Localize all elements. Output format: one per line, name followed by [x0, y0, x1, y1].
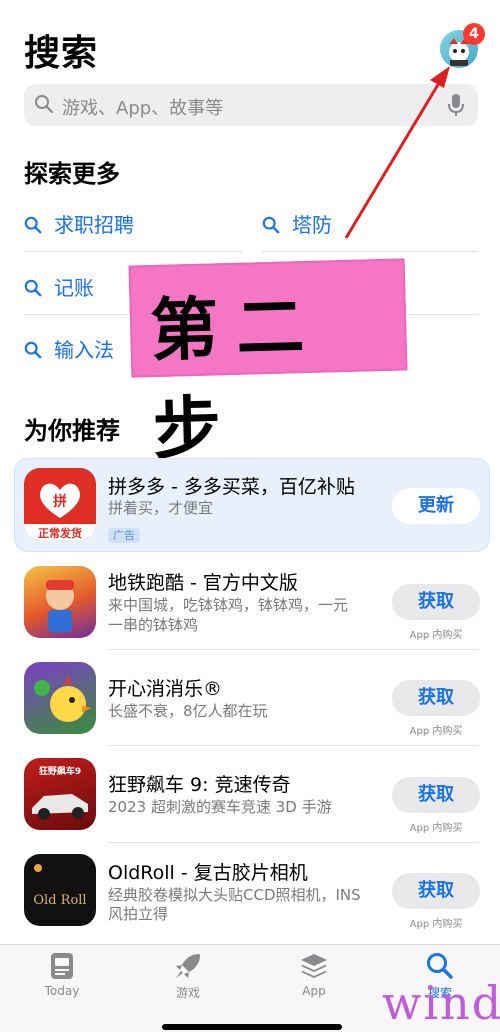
tab-label: Today — [44, 984, 80, 998]
annotation-arrow — [344, 66, 450, 239]
app-subtitle-line2: 一串的钵钵鸡 — [108, 616, 199, 634]
recommend-heading: 为你推荐 — [24, 417, 120, 445]
app-subtitle-line2: 风拍立得 — [108, 905, 169, 923]
keyword-link[interactable]: 记账 — [24, 272, 94, 301]
app-name: 开心消消乐® — [108, 678, 223, 700]
keyword-label: 记账 — [54, 276, 94, 300]
race-car-icon: 狂野飙车9 — [32, 765, 88, 820]
search-icon — [24, 279, 42, 297]
watermark: wind — [382, 976, 500, 1030]
step-banner: 第二步 — [128, 258, 408, 470]
divider — [108, 649, 478, 650]
icon-glyph: 狂野飙车9 — [39, 765, 81, 777]
tab-label: App — [302, 984, 326, 998]
get-button[interactable]: 获取 — [392, 584, 480, 620]
get-button[interactable]: 获取 — [392, 777, 480, 813]
get-button[interactable]: 获取 — [392, 873, 480, 909]
in-app-purchase-note: App 内购买 — [409, 823, 463, 834]
tab-apps[interactable]: App — [274, 951, 354, 998]
pinduoduo-app-icon[interactable]: 拼 正常发货 — [24, 468, 96, 540]
app-subtitle: 来中国城，吃钵钵鸡，钵钵鸡，一元 — [108, 596, 349, 614]
app-name: 地铁跑酷 - 官方中文版 — [108, 572, 298, 594]
tab-label: 游戏 — [175, 986, 200, 1000]
app-name: 狂野飙车 9: 竞速传奇 — [108, 774, 291, 796]
app-subtitle: 经典胶卷模拟大头贴CCD照相机，INS — [108, 886, 361, 904]
game-character-icon — [46, 580, 74, 632]
in-app-purchase-note: App 内购买 — [409, 630, 463, 641]
oldroll-app-icon[interactable]: Old Roll — [24, 854, 96, 926]
icon-caption: 正常发货 — [38, 526, 82, 540]
app-subtitle: 长盛不衰，8亿人都在玩 — [108, 702, 268, 720]
icon-glyph: Old Roll — [33, 893, 86, 908]
keyword-label: 输入法 — [54, 338, 114, 362]
subway-surfers-app-icon[interactable] — [24, 566, 96, 638]
layers-icon — [301, 954, 327, 978]
step-banner-text: 第二步 — [149, 287, 324, 471]
app-subtitle: 2023 超刺激的赛车竞速 3D 手游 — [108, 798, 332, 816]
app-name: 拼多多 - 多多买菜，百亿补贴 — [108, 476, 355, 498]
tab-today[interactable]: Today — [22, 951, 102, 998]
app-name: OldRoll - 复古胶片相机 — [108, 862, 308, 884]
home-indicator — [162, 1024, 342, 1030]
today-icon — [51, 953, 73, 979]
keyword-link[interactable]: 输入法 — [24, 334, 114, 363]
in-app-purchase-note: App 内购买 — [409, 919, 463, 930]
camera-logo-icon: Old Roll — [33, 864, 87, 908]
asphalt-app-icon[interactable]: 狂野飙车9 — [24, 758, 96, 830]
happy-match-app-icon[interactable] — [24, 662, 96, 734]
ad-badge: 广告 — [108, 528, 140, 543]
tab-games[interactable]: 游戏 — [148, 951, 228, 1001]
rocket-icon — [176, 954, 200, 978]
search-icon — [24, 341, 42, 359]
icon-glyph: 拼 — [53, 493, 67, 510]
in-app-purchase-note: App 内购买 — [409, 726, 463, 737]
get-button[interactable]: 获取 — [392, 680, 480, 716]
divider — [108, 745, 478, 746]
divider — [108, 842, 478, 843]
pinduoduo-logo-icon: 拼 正常发货 — [24, 483, 96, 540]
chick-icon — [34, 676, 92, 722]
app-subtitle: 拼着买，才便宜 — [108, 499, 214, 517]
update-button[interactable]: 更新 — [392, 488, 480, 524]
